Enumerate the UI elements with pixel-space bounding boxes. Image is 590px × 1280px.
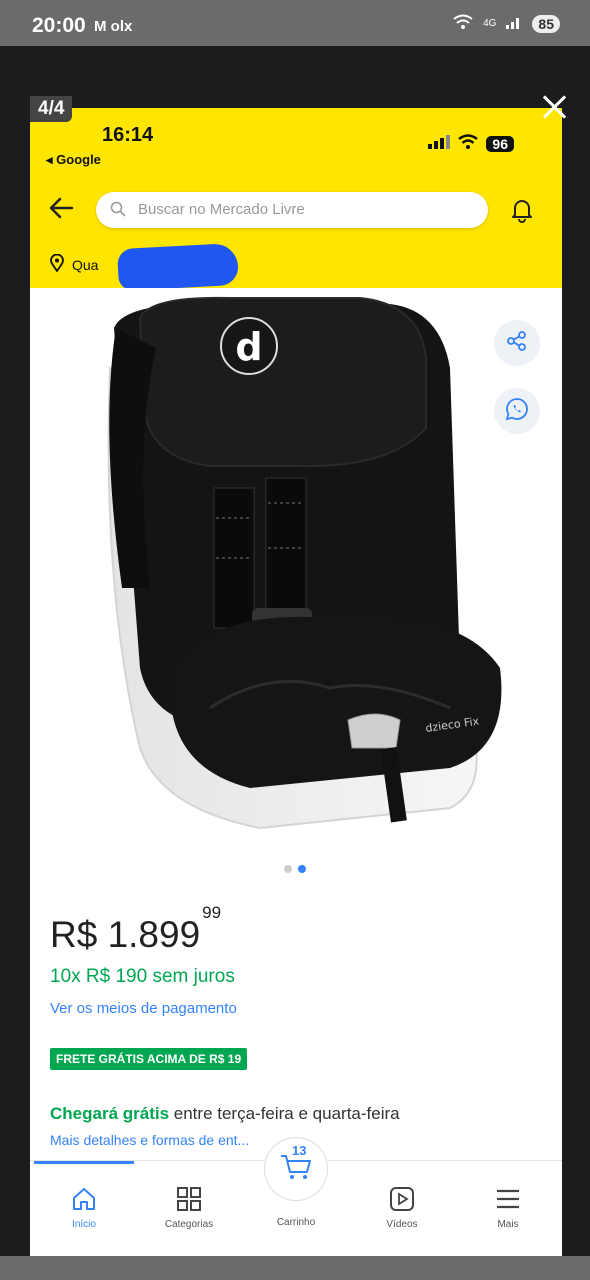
screenshot-content: 16:14 ◂ Google 96 Buscar no Mercado Livr…: [30, 108, 562, 1256]
price-cents: 99: [202, 902, 222, 922]
price-main: R$ 1.899: [50, 914, 201, 955]
pagination-dot-active[interactable]: [298, 865, 306, 873]
video-play-icon: [362, 1183, 442, 1215]
tab-label: Mais: [497, 1219, 519, 1230]
wifi-icon: [453, 14, 473, 33]
tab-carrinho[interactable]: Carrinho: [256, 1217, 336, 1228]
outer-app-icons: M olx: [94, 18, 133, 35]
back-to-google[interactable]: ◂ Google: [46, 152, 101, 168]
cart-count-badge: 13: [292, 1143, 307, 1158]
inner-time: 16:14: [102, 124, 154, 146]
header: 16:14 ◂ Google 96 Buscar no Mercado Livr…: [30, 108, 562, 292]
active-tab-indicator: [34, 1161, 134, 1164]
seat-logo-text: d: [235, 325, 262, 369]
outer-battery: 85: [532, 14, 560, 33]
share-button[interactable]: [494, 320, 540, 366]
system-nav-bar: [0, 1256, 590, 1280]
location-pin-icon: [50, 253, 64, 275]
product-image-gallery[interactable]: d dzieco Fix: [30, 288, 562, 848]
redaction-scribble: [116, 242, 240, 292]
search-placeholder: Buscar no Mercado Livre: [138, 201, 305, 218]
tab-inicio[interactable]: Início: [44, 1183, 124, 1230]
outer-status-icons: 4G 85: [453, 14, 560, 33]
gallery-pagination: [284, 865, 306, 873]
bell-icon[interactable]: [508, 196, 536, 224]
back-arrow-icon[interactable]: [48, 196, 74, 220]
wifi-icon: [458, 134, 479, 154]
home-icon: [44, 1183, 124, 1215]
inner-status-icons: 96: [428, 134, 514, 154]
tab-mais[interactable]: Mais: [468, 1183, 548, 1230]
delivery-details-link[interactable]: Mais detalhes e formas de ent...: [50, 1132, 249, 1148]
whatsapp-icon: [505, 397, 529, 426]
tab-categorias[interactable]: Categorias: [149, 1183, 229, 1230]
tab-label: Início: [72, 1219, 96, 1230]
outer-status-bar: 20:00 M olx 4G 85: [0, 0, 590, 46]
delivery-location[interactable]: Qua: [50, 253, 99, 275]
inner-battery: 96: [486, 136, 514, 152]
free-shipping-badge: FRETE GRÁTIS ACIMA DE R$ 19: [50, 1048, 248, 1070]
tab-label: Vídeos: [386, 1219, 418, 1230]
image-counter: 4/4: [30, 96, 73, 122]
delivery-dates: entre terça-feira e quarta-feira: [169, 1104, 400, 1123]
tab-label: Categorias: [164, 1219, 214, 1230]
product-price: R$ 1.89999: [50, 903, 221, 956]
close-icon[interactable]: [540, 92, 570, 122]
search-input[interactable]: Buscar no Mercado Livre: [96, 192, 488, 228]
search-icon: [110, 201, 126, 222]
tab-videos[interactable]: Vídeos: [362, 1183, 442, 1230]
location-text: Qua: [72, 256, 99, 273]
pagination-dot[interactable]: [284, 865, 292, 873]
tab-label: Carrinho: [276, 1217, 316, 1228]
whatsapp-button[interactable]: [494, 388, 540, 434]
bottom-tab-bar: Início Categorias 13 Carrinho Vídeos Mai…: [30, 1137, 562, 1256]
network-label: 4G: [483, 18, 497, 29]
delivery-info: Chegará grátis entre terça-feira e quart…: [50, 1104, 400, 1124]
payment-methods-link[interactable]: Ver os meios de pagamento: [50, 1000, 237, 1017]
signal-icon: [428, 134, 451, 154]
signal-icon: [506, 15, 522, 32]
delivery-bold: Chegará grátis: [50, 1104, 170, 1123]
grid-icon: [149, 1183, 229, 1215]
outer-time: 20:00: [32, 14, 86, 37]
share-icon: [506, 330, 528, 357]
installments-text: 10x R$ 190 sem juros: [50, 966, 235, 987]
car-seat-image: d dzieco Fix: [107, 296, 502, 830]
menu-icon: [468, 1183, 548, 1215]
